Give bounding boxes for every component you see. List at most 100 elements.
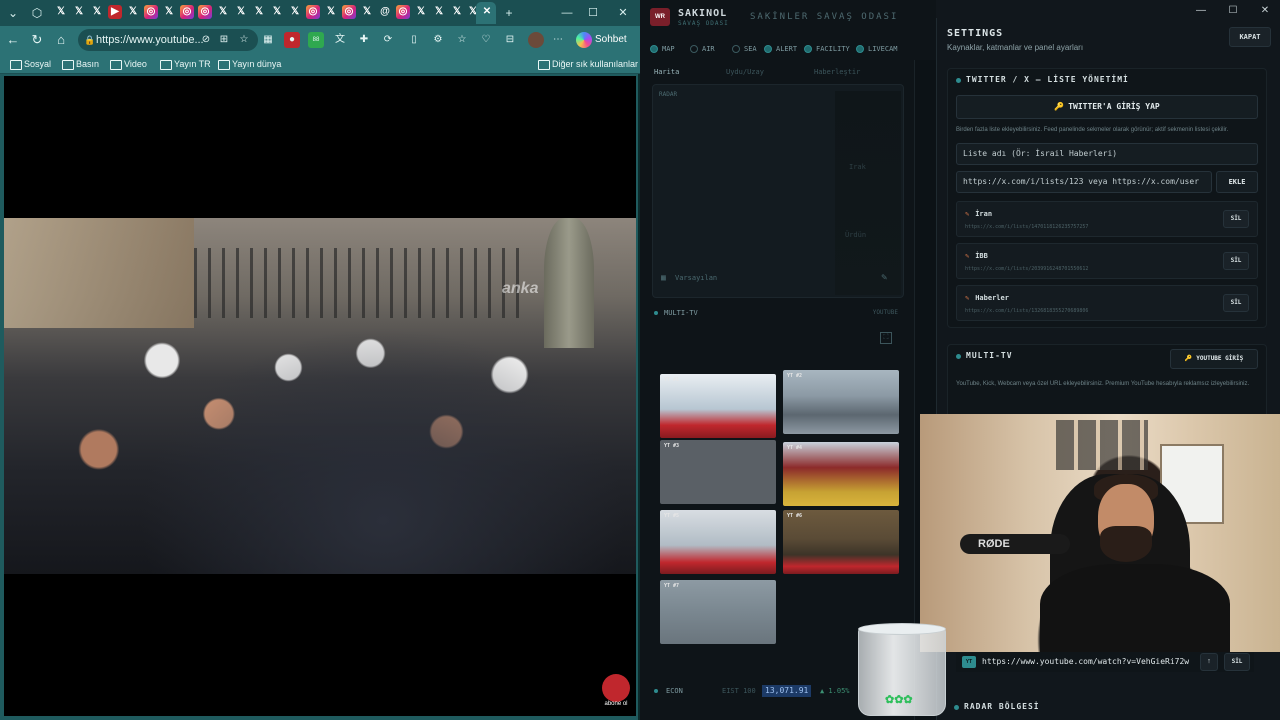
app-icon[interactable]: ⊞ bbox=[216, 32, 232, 48]
tab-x-icon[interactable]: 𝕏 bbox=[270, 5, 284, 19]
copilot-chat-button[interactable]: Sohbet et bbox=[574, 30, 636, 65]
tab-instagram-icon[interactable]: ◎ bbox=[306, 5, 320, 19]
maximize-icon[interactable]: ☐ bbox=[582, 4, 604, 22]
tab-instagram-icon[interactable]: ◎ bbox=[396, 5, 410, 19]
layer-toggle-sea[interactable]: SEA bbox=[732, 42, 757, 56]
tab-uydu[interactable]: Uydu/Uzay bbox=[726, 64, 764, 80]
tab-x-icon[interactable]: 𝕏 bbox=[450, 5, 464, 19]
tab-x-icon[interactable]: 𝕏 bbox=[288, 5, 302, 19]
tab-instagram-icon[interactable]: ◎ bbox=[180, 5, 194, 19]
tab-x-icon[interactable]: 𝕏 bbox=[126, 5, 140, 19]
tab-threads-icon[interactable]: @ bbox=[378, 5, 392, 19]
list-item[interactable]: ✎ İBB https://x.com/i/lists/2039916248701… bbox=[956, 243, 1258, 279]
extension-puzzle-icon[interactable]: ✚ bbox=[356, 32, 372, 48]
tab-instagram-icon[interactable]: ◎ bbox=[198, 5, 212, 19]
tab-x-icon[interactable]: 𝕏 bbox=[90, 5, 104, 19]
delete-list-button[interactable]: SİL bbox=[1223, 210, 1249, 228]
back-icon[interactable]: ← bbox=[4, 31, 22, 49]
tab-haber[interactable]: Haberleştir bbox=[814, 64, 860, 80]
workspaces-icon[interactable]: ⬡ bbox=[28, 4, 46, 22]
list-url-input[interactable]: https://x.com/i/lists/123 veya https://x… bbox=[956, 171, 1212, 193]
split-screen-icon[interactable]: ▯ bbox=[406, 32, 422, 48]
reload-icon[interactable]: ↻ bbox=[28, 31, 46, 49]
subscribe-badge[interactable]: abone ol bbox=[602, 674, 630, 707]
list-name-input[interactable]: Liste adı (Ör: İsrail Haberleri) bbox=[956, 143, 1258, 165]
close-window-icon[interactable]: ✕ bbox=[612, 4, 634, 22]
bookmark-folder[interactable]: Video bbox=[110, 57, 147, 71]
collections-icon[interactable]: ⊟ bbox=[502, 32, 518, 48]
tab-x-icon[interactable]: 𝕏 bbox=[162, 5, 176, 19]
close-window-icon[interactable]: ✕ bbox=[1254, 4, 1276, 18]
tv-tile[interactable]: YT #3 bbox=[660, 440, 776, 504]
twitter-login-button[interactable]: 🔑 TWITTER'A GİRİŞ YAP bbox=[956, 95, 1258, 119]
list-item[interactable]: ✎ İran https://x.com/i/lists/147011812623… bbox=[956, 201, 1258, 237]
bookmark-folder[interactable]: Basın bbox=[62, 57, 99, 71]
layer-toggle-livecam[interactable]: LIVECAM bbox=[856, 42, 898, 56]
edit-pencil-icon[interactable]: ✎ bbox=[881, 273, 888, 282]
tab-x-icon[interactable]: 𝕏 bbox=[324, 5, 338, 19]
extension-record-icon[interactable]: ● bbox=[284, 32, 300, 48]
tab-instagram-icon[interactable]: ◎ bbox=[144, 5, 158, 19]
tv-tile[interactable]: YT #4 bbox=[783, 442, 899, 506]
tab-menu-chevron-icon[interactable]: ⌄ bbox=[4, 4, 22, 22]
layer-toggle-air[interactable]: AIR bbox=[690, 42, 715, 56]
reader-icon[interactable]: ⊘ bbox=[198, 32, 214, 48]
expand-icon[interactable]: ⛶ bbox=[880, 332, 892, 344]
favorite-star-icon[interactable]: ☆ bbox=[236, 32, 252, 48]
favorites-icon[interactable]: ☆ bbox=[454, 32, 470, 48]
heart-icon[interactable]: ♡ bbox=[478, 32, 494, 48]
layer-toggle-map[interactable]: MAP bbox=[650, 42, 675, 56]
extension-badge-icon[interactable]: 88 bbox=[308, 32, 324, 48]
layer-toggle-facility[interactable]: FACILITY bbox=[804, 42, 850, 56]
tv-tile[interactable]: YT #6 bbox=[783, 510, 899, 574]
close-settings-button[interactable]: KAPAT bbox=[1229, 27, 1271, 47]
list-item[interactable]: ✎ Haberler https://x.com/i/lists/13268183… bbox=[956, 285, 1258, 321]
tab-x-icon[interactable]: 𝕏 bbox=[432, 5, 446, 19]
bookmark-folder[interactable]: Yayın dünya bbox=[218, 57, 281, 71]
minimize-icon[interactable]: — bbox=[556, 4, 578, 22]
radar-map[interactable]: Irak Ürdün bbox=[835, 91, 901, 295]
bookmark-folder[interactable]: Yayın TR bbox=[160, 57, 211, 71]
tab-youtube-icon[interactable]: ▶ bbox=[108, 5, 122, 19]
preset-selector[interactable]: Varsayılan bbox=[661, 271, 717, 285]
multitv-source-row[interactable]: YT https://www.youtube.com/watch?v=VehGi… bbox=[956, 652, 1254, 672]
tab-x-icon[interactable]: 𝕏 bbox=[414, 5, 428, 19]
edit-pencil-icon[interactable]: ✎ bbox=[965, 294, 969, 302]
youtube-login-button[interactable]: 🔑 YOUTUBE GİRİŞ bbox=[1170, 349, 1258, 369]
tab-instagram-icon[interactable]: ◎ bbox=[342, 5, 356, 19]
maximize-icon[interactable]: ☐ bbox=[1222, 4, 1244, 18]
profile-avatar[interactable] bbox=[528, 32, 544, 48]
home-icon[interactable]: ⌂ bbox=[52, 31, 70, 49]
tab-x-icon[interactable]: 𝕏 bbox=[216, 5, 230, 19]
new-tab-icon[interactable]: + bbox=[500, 4, 518, 22]
extension-grid-icon[interactable]: ▦ bbox=[260, 32, 276, 48]
delete-list-button[interactable]: SİL bbox=[1223, 252, 1249, 270]
other-bookmarks[interactable]: Diğer sık kullanılanlar bbox=[538, 57, 638, 71]
add-list-button[interactable]: EKLE bbox=[1216, 171, 1258, 193]
refresh-extension-icon[interactable]: ⟳ bbox=[380, 32, 396, 48]
close-tab-icon[interactable]: ✕ bbox=[480, 5, 494, 19]
more-menu-icon[interactable]: ⋯ bbox=[550, 32, 566, 48]
move-up-button[interactable]: ↑ bbox=[1200, 653, 1218, 671]
layer-toggle-alert[interactable]: ALERT bbox=[764, 42, 797, 56]
minimize-icon[interactable]: — bbox=[1190, 4, 1212, 18]
tv-tile[interactable]: YT #2 bbox=[783, 370, 899, 434]
tv-tile[interactable]: YT #5 bbox=[660, 510, 776, 574]
tab-harita[interactable]: Harita bbox=[654, 64, 679, 80]
tv-tile[interactable]: YT #7 bbox=[660, 580, 776, 644]
delete-source-button[interactable]: SİL bbox=[1224, 653, 1250, 671]
edit-pencil-icon[interactable]: ✎ bbox=[965, 210, 969, 218]
video-player[interactable]: anka bbox=[4, 218, 636, 574]
tab-x-icon[interactable]: 𝕏 bbox=[360, 5, 374, 19]
tv-tag: YT #3 bbox=[664, 443, 680, 449]
edit-pencil-icon[interactable]: ✎ bbox=[965, 252, 969, 260]
tab-x-icon[interactable]: 𝕏 bbox=[72, 5, 86, 19]
translate-icon[interactable]: 文 bbox=[332, 32, 348, 48]
tab-x-icon[interactable]: 𝕏 bbox=[252, 5, 266, 19]
extensions-icon[interactable]: ⚙ bbox=[430, 32, 446, 48]
bookmark-folder[interactable]: Sosyal bbox=[10, 57, 51, 71]
tab-x-icon[interactable]: 𝕏 bbox=[54, 5, 68, 19]
tv-tile[interactable]: YT #1 bbox=[660, 374, 776, 438]
tab-x-icon[interactable]: 𝕏 bbox=[234, 5, 248, 19]
delete-list-button[interactable]: SİL bbox=[1223, 294, 1249, 312]
